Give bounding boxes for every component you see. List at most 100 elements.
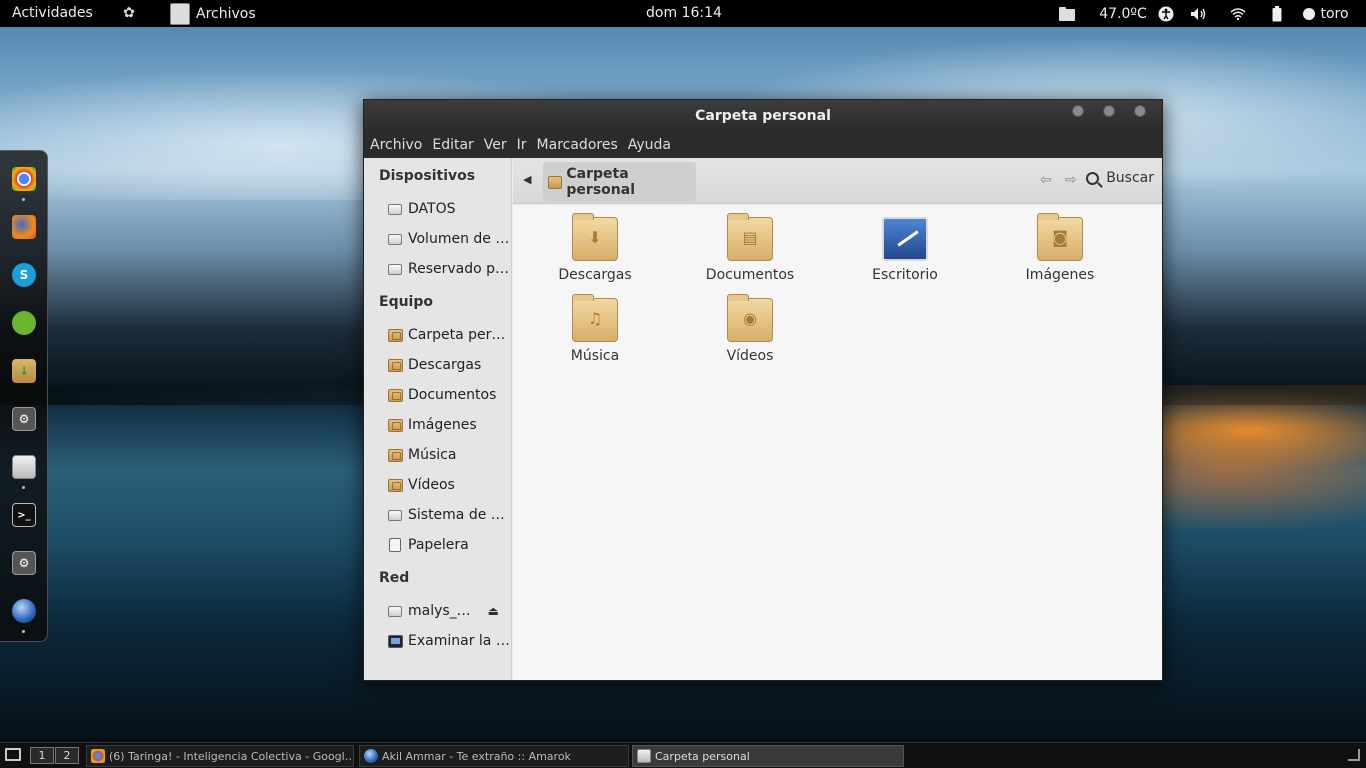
close-button[interactable] [1134, 105, 1146, 117]
battery-icon[interactable] [1258, 0, 1296, 27]
amarok-icon[interactable] [12, 599, 36, 623]
search-label: Buscar [1106, 170, 1154, 186]
file-item-downloads[interactable]: ⬇ Descargas [530, 213, 660, 283]
pictures-folder-icon: ◙ [1037, 213, 1083, 261]
file-item-documents[interactable]: ▤ Documentos [685, 213, 815, 283]
back-arrow-icon[interactable]: ⇦ [1040, 172, 1052, 188]
skype-icon[interactable]: S [12, 263, 36, 287]
menu-archivo[interactable]: Archivo [370, 137, 422, 153]
breadcrumb-home[interactable]: Carpeta personal [543, 162, 696, 202]
menu-ver[interactable]: Ver [484, 137, 507, 153]
window-titlebar[interactable]: Carpeta personal [364, 100, 1162, 132]
sidebar-item-home[interactable]: Carpeta pers… [387, 324, 510, 346]
clock[interactable]: dom 16:14 [646, 5, 722, 21]
sidebar-item-volume[interactable]: Volumen de … [387, 228, 510, 250]
network-icon [387, 633, 403, 649]
sidebar-item-documents[interactable]: Documentos [387, 384, 510, 406]
workspace-1[interactable]: 1 [30, 747, 54, 764]
gear-icon[interactable]: ⚙ [12, 407, 36, 431]
gnome-foot-icon[interactable]: ✿ [121, 5, 137, 21]
gear-icon[interactable]: ⚙ [12, 551, 36, 575]
sidebar-item-videos[interactable]: Vídeos [387, 474, 510, 496]
sidebar-item-music[interactable]: Música [387, 444, 510, 466]
running-indicator [22, 486, 25, 489]
temperature-indicator[interactable]: 47.0ºC [1082, 0, 1152, 27]
file-label: Vídeos [726, 348, 774, 364]
drive-icon [387, 261, 403, 277]
chrome-icon[interactable] [12, 167, 36, 191]
taskbar: 1 2 (6) Taringa! - Inteligencia Colectiv… [0, 742, 1366, 768]
app-menu[interactable]: Archivos [170, 0, 256, 27]
home-folder-icon [387, 327, 403, 343]
places-sidebar: Dispositivos DATOS Volumen de … Reservad… [364, 158, 512, 680]
search-button[interactable]: Buscar [1086, 170, 1154, 186]
file-view: ⬇ Descargas ▤ Documentos Escritorio ◙ Im… [513, 205, 1162, 680]
running-indicator [22, 198, 25, 201]
minimize-button[interactable] [1072, 105, 1084, 117]
file-label: Música [570, 348, 620, 364]
eject-icon[interactable]: ⏏ [488, 604, 499, 618]
music-folder-icon [387, 447, 403, 463]
app-menu-label: Archivos [196, 5, 256, 22]
menu-ir[interactable]: Ir [517, 137, 527, 153]
file-manager-icon [170, 2, 190, 25]
sidebar-heading-computer: Equipo [379, 294, 433, 310]
evernote-icon[interactable] [12, 311, 36, 335]
sidebar-item-reserved[interactable]: Reservado pa… [387, 258, 510, 280]
forward-arrow-icon[interactable]: ⇨ [1065, 172, 1077, 188]
firefox-icon[interactable] [12, 215, 36, 239]
drive-icon [387, 231, 403, 247]
home-folder-icon [548, 175, 563, 189]
file-manager-window: Carpeta personal Archivo Editar Ver Ir M… [363, 99, 1163, 681]
task-label: (6) Taringa! - Inteligencia Colectiva - … [109, 749, 354, 763]
sidebar-heading-network: Red [379, 570, 410, 586]
file-label: Documentos [705, 267, 795, 283]
sidebar-item-browse-network[interactable]: Examinar la red [387, 630, 510, 652]
maximize-button[interactable] [1103, 105, 1115, 117]
task-chrome[interactable]: (6) Taringa! - Inteligencia Colectiva - … [86, 745, 354, 767]
wifi-icon[interactable] [1218, 0, 1258, 27]
sidebar-heading-devices: Dispositivos [379, 168, 476, 184]
menu-marcadores[interactable]: Marcadores [537, 137, 618, 153]
volume-icon[interactable] [1180, 0, 1218, 27]
menu-ayuda[interactable]: Ayuda [628, 137, 671, 153]
location-toolbar: ◀ Carpeta personal ⇦ ⇨ Buscar [513, 158, 1162, 204]
accessibility-icon[interactable] [1152, 0, 1180, 27]
task-file-manager[interactable]: Carpeta personal [632, 745, 904, 767]
documents-folder-icon: ▤ [727, 213, 773, 261]
pictures-folder-icon [387, 417, 403, 433]
dock: S ↓ ⚙ >_ ⚙ [0, 150, 48, 642]
workspace-2[interactable]: 2 [55, 747, 79, 764]
sidebar-item-datos[interactable]: DATOS [387, 198, 510, 220]
menu-editar[interactable]: Editar [432, 137, 473, 153]
terminal-icon[interactable]: >_ [12, 503, 36, 527]
show-desktop-icon[interactable] [5, 748, 21, 761]
top-panel: Actividades ✿ Archivos dom 16:14 47.0ºC … [0, 0, 1366, 27]
activities-button[interactable]: Actividades [12, 5, 93, 21]
user-menu[interactable]: toro [1296, 0, 1366, 27]
chrome-icon [91, 749, 105, 763]
music-folder-icon: ♫ [572, 294, 618, 342]
task-label: Carpeta personal [655, 749, 750, 763]
folder-indicator-icon[interactable] [1052, 0, 1082, 27]
software-center-icon[interactable]: ↓ [12, 359, 36, 383]
files-icon[interactable] [12, 455, 36, 479]
sidebar-item-trash[interactable]: Papelera [387, 534, 510, 556]
user-name: toro [1320, 5, 1349, 22]
trash-icon [387, 537, 403, 553]
amarok-icon [364, 749, 378, 763]
sidebar-item-filesystem[interactable]: Sistema de ar… [387, 504, 510, 526]
file-item-pictures[interactable]: ◙ Imágenes [995, 213, 1125, 283]
sidebar-item-downloads[interactable]: Descargas [387, 354, 510, 376]
task-amarok[interactable]: Akil Ammar - Te extraño :: Amarok [359, 745, 629, 767]
file-item-videos[interactable]: ◉ Vídeos [685, 294, 815, 364]
videos-folder-icon [387, 477, 403, 493]
path-scroll-left-icon[interactable]: ◀ [523, 173, 531, 186]
file-item-music[interactable]: ♫ Música [530, 294, 660, 364]
files-icon [637, 749, 651, 763]
sidebar-item-pictures[interactable]: Imágenes [387, 414, 510, 436]
file-item-desktop[interactable]: Escritorio [840, 217, 970, 283]
window-title: Carpeta personal [695, 108, 831, 124]
running-indicator [22, 630, 25, 633]
videos-folder-icon: ◉ [727, 294, 773, 342]
